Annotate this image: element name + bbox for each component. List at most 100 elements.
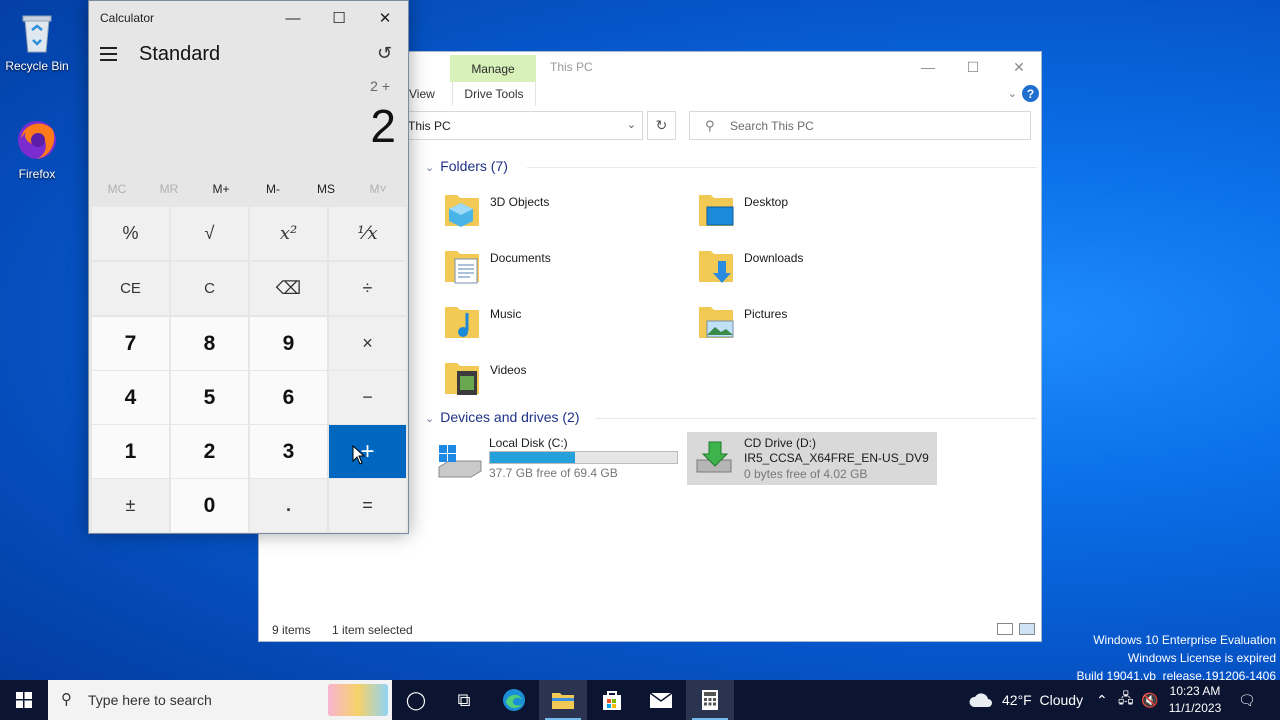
reciprocal-button[interactable]: ¹⁄x (329, 207, 406, 260)
backspace-button[interactable]: ⌫ (250, 262, 327, 315)
digit-1-button[interactable]: 1 (92, 425, 169, 478)
memory-add-button[interactable]: M+ (195, 182, 247, 196)
folder-documents[interactable]: Documents (443, 241, 693, 291)
digit-0-button[interactable]: 0 (171, 479, 248, 532)
clock-date: 11/1/2023 (1168, 701, 1222, 715)
task-view-icon[interactable]: ⧉ (440, 680, 488, 720)
cd-drive-icon (696, 441, 732, 473)
search-icon: ⚲ (705, 118, 715, 133)
close-icon[interactable]: ✕ (996, 55, 1042, 79)
hamburger-menu-icon[interactable] (100, 47, 117, 65)
weather-text: 42°F Cloudy (1002, 692, 1084, 708)
folder-downloads[interactable]: Downloads (697, 241, 947, 291)
tab-drive-tools[interactable]: Drive Tools (452, 82, 536, 106)
square-root-button[interactable]: √ (171, 207, 248, 260)
digit-3-button[interactable]: 3 (250, 425, 327, 478)
drive-label: CD Drive (D:) (744, 436, 816, 450)
calculator-taskbar-icon[interactable] (686, 680, 734, 720)
memory-subtract-button[interactable]: M- (247, 182, 299, 196)
refresh-icon[interactable]: ↻ (647, 111, 676, 140)
folder-desktop[interactable]: Desktop (697, 185, 947, 235)
devices-section-header[interactable]: ⌄ Devices and drives (2) (425, 409, 580, 425)
taskbar-search-placeholder: Type here to search (88, 692, 212, 708)
network-icon[interactable]: 🖧 (1118, 680, 1134, 720)
memory-list-button[interactable]: M˅ (352, 182, 404, 196)
tab-view[interactable]: View (409, 87, 435, 101)
folder-3d-objects[interactable]: 3D Objects (443, 185, 693, 235)
drive-usage-fill (490, 452, 576, 463)
store-icon[interactable] (588, 680, 636, 720)
maximize-icon[interactable]: ☐ (316, 5, 362, 31)
folders-section-header[interactable]: ⌄ Folders (7) (425, 158, 508, 174)
memory-clear-button[interactable]: MC (91, 182, 143, 196)
taskbar-search-box[interactable]: ⚲ Type here to search (48, 680, 392, 720)
minimize-icon[interactable]: — (270, 5, 316, 31)
square-button[interactable]: x² (250, 207, 327, 260)
digit-2-button[interactable]: 2 (171, 425, 248, 478)
folder-desktop-icon (699, 195, 734, 226)
notifications-icon[interactable]: 🗨 (1238, 680, 1256, 720)
file-explorer-taskbar-icon[interactable] (539, 680, 587, 720)
negate-button[interactable]: ± (92, 479, 169, 532)
digit-9-button[interactable]: 9 (250, 317, 327, 370)
address-bar[interactable]: This PC ⌄ (399, 111, 643, 140)
multiply-button[interactable]: × (329, 317, 406, 370)
memory-recall-button[interactable]: MR (143, 182, 195, 196)
folder-music[interactable]: Music (443, 297, 693, 347)
folder-pictures[interactable]: Pictures (697, 297, 947, 347)
folder-3d-objects-icon (445, 195, 479, 227)
digit-4-button[interactable]: 4 (92, 371, 169, 424)
firefox-icon (13, 116, 61, 164)
minimize-icon[interactable]: — (905, 55, 951, 79)
search-input[interactable]: ⚲ Search This PC (689, 111, 1031, 140)
start-button[interactable] (0, 680, 48, 720)
edge-icon[interactable] (490, 680, 538, 720)
folder-label: Videos (490, 363, 527, 377)
large-icons-view-icon[interactable] (1019, 623, 1035, 635)
desktop-icon-label: Firefox (18, 167, 56, 181)
folder-documents-icon (445, 251, 479, 284)
ribbon-manage-tab[interactable]: Manage (450, 55, 536, 82)
desktop-icon-recycle-bin[interactable]: Recycle Bin (0, 8, 74, 73)
folders-header-label: Folders (7) (440, 158, 508, 174)
volume-muted-icon[interactable]: 🔇 (1141, 680, 1158, 720)
equals-button[interactable]: = (329, 479, 406, 532)
drive-free-space: 0 bytes free of 4.02 GB (744, 467, 868, 481)
history-icon[interactable]: ↺ (377, 43, 392, 64)
system-clock[interactable]: 10:23 AM 11/1/2023 (1160, 683, 1230, 717)
desktop-icon-label: Recycle Bin (5, 59, 69, 73)
memory-store-button[interactable]: MS (300, 182, 352, 196)
digit-6-button[interactable]: 6 (250, 371, 327, 424)
recycle-bin-icon (13, 8, 61, 56)
desktop-icon-firefox[interactable]: Firefox (0, 116, 74, 181)
details-view-icon[interactable] (997, 623, 1013, 635)
section-divider (595, 418, 1037, 419)
memory-row: MC MR M+ M- MS M˅ (89, 178, 410, 202)
digit-5-button[interactable]: 5 (171, 371, 248, 424)
status-item-count: 9 items (272, 623, 311, 637)
drive-label: Local Disk (C:) (489, 436, 568, 450)
window-title: This PC (550, 60, 593, 74)
weather-widget[interactable]: 42°F Cloudy (968, 680, 1083, 720)
digit-7-button[interactable]: 7 (92, 317, 169, 370)
show-hidden-icons-chevron-icon[interactable]: ⌃ (1096, 680, 1108, 720)
add-button[interactable]: + (329, 425, 406, 478)
help-icon[interactable]: ? (1022, 85, 1039, 102)
divide-button[interactable]: ÷ (329, 262, 406, 315)
subtract-button[interactable]: − (329, 371, 406, 424)
clear-entry-button[interactable]: CE (92, 262, 169, 315)
drive-cd-d[interactable]: CD Drive (D:) IR5_CCSA_X64FRE_EN-US_DV9 … (687, 432, 937, 485)
mail-icon[interactable] (637, 680, 685, 720)
digit-8-button[interactable]: 8 (171, 317, 248, 370)
folder-videos[interactable]: Videos (443, 353, 693, 403)
maximize-icon[interactable]: ☐ (950, 55, 996, 79)
percent-button[interactable]: % (92, 207, 169, 260)
chevron-down-icon[interactable]: ⌄ (627, 118, 636, 131)
calculator-mode: Standard (139, 43, 221, 65)
close-icon[interactable]: ✕ (362, 5, 408, 31)
cortana-icon[interactable]: ◯ (392, 680, 440, 720)
devices-header-label: Devices and drives (2) (440, 409, 580, 425)
decimal-button[interactable]: . (250, 479, 327, 532)
expand-ribbon-chevron-icon[interactable]: ⌄ (1008, 87, 1017, 100)
clear-button[interactable]: C (171, 262, 248, 315)
